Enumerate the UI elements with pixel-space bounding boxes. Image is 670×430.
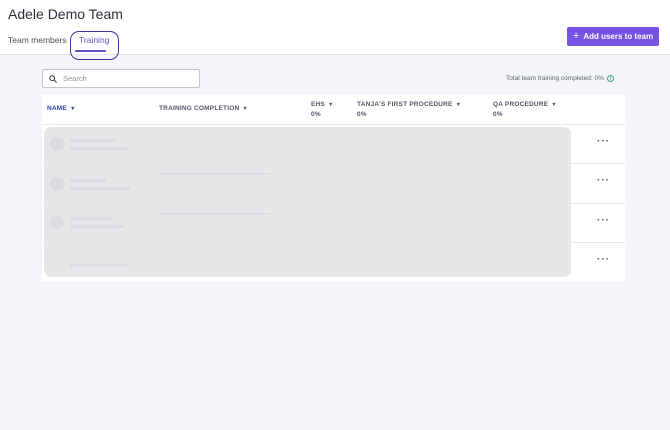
row-more-button[interactable]: ··· bbox=[597, 136, 610, 147]
column-percent: 0% bbox=[357, 111, 367, 118]
column-label: QA PROCEDURE bbox=[493, 101, 549, 108]
add-users-button[interactable]: + Add users to team bbox=[567, 27, 659, 46]
training-table: NAME ▼ TRAINING COMPLETION ▼ EHS ▼ 0% TANJA… bbox=[42, 95, 625, 281]
column-header-training-completion[interactable]: TRAINING COMPLETION ▼ bbox=[159, 105, 248, 112]
placeholder-line bbox=[70, 225, 124, 228]
placeholder-line bbox=[159, 173, 271, 175]
row-more-button[interactable]: ··· bbox=[597, 175, 610, 186]
column-header-tanjas-first-procedure[interactable]: TANJA'S FIRST PROCEDURE ▼ 0% bbox=[357, 101, 461, 118]
plus-icon: + bbox=[572, 30, 580, 42]
caret-down-icon: ▼ bbox=[327, 102, 334, 108]
page-header: Adele Demo Team Team members Training + … bbox=[0, 0, 670, 60]
caret-down-icon: ▼ bbox=[242, 106, 249, 112]
add-users-label: Add users to team bbox=[583, 32, 654, 41]
total-training-label: Total team training completed: 0% bbox=[506, 75, 604, 82]
placeholder-line bbox=[70, 179, 106, 182]
caret-down-icon: ▼ bbox=[455, 102, 462, 108]
avatar bbox=[50, 177, 64, 191]
caret-down-icon: ▼ bbox=[69, 106, 76, 112]
info-icon[interactable]: i bbox=[606, 75, 614, 82]
search-input[interactable] bbox=[63, 74, 193, 83]
total-training-summary: Total team training completed: 0% i bbox=[506, 75, 614, 82]
page-title: Adele Demo Team bbox=[8, 6, 123, 22]
placeholder-line bbox=[70, 264, 128, 267]
avatar bbox=[50, 137, 64, 151]
caret-down-icon: ▼ bbox=[551, 102, 557, 108]
search-icon bbox=[49, 74, 57, 83]
row-more-button[interactable]: ··· bbox=[597, 254, 610, 265]
column-label: EHS bbox=[311, 101, 325, 108]
placeholder-line bbox=[70, 147, 128, 150]
column-percent: 0% bbox=[493, 111, 503, 118]
column-header-qa-procedure[interactable]: QA PROCEDURE ▼ 0% bbox=[493, 101, 557, 118]
search-box[interactable] bbox=[42, 69, 200, 88]
placeholder-line bbox=[70, 217, 112, 220]
column-percent: 0% bbox=[311, 111, 321, 118]
placeholder-line bbox=[70, 139, 116, 142]
column-label: TANJA'S FIRST PROCEDURE bbox=[357, 101, 453, 108]
row-divider bbox=[42, 124, 625, 125]
tab-focus-ring bbox=[70, 31, 119, 60]
column-header-name[interactable]: NAME ▼ bbox=[47, 105, 76, 112]
placeholder-line bbox=[70, 187, 130, 190]
tab-team-members[interactable]: Team members bbox=[8, 35, 67, 45]
blurred-rows-overlay bbox=[44, 127, 571, 277]
column-label: NAME bbox=[47, 105, 67, 112]
column-label: TRAINING COMPLETION bbox=[159, 105, 240, 112]
row-more-button[interactable]: ··· bbox=[597, 215, 610, 226]
avatar bbox=[50, 215, 64, 229]
column-header-ehs[interactable]: EHS ▼ 0% bbox=[311, 101, 334, 118]
placeholder-line bbox=[159, 213, 271, 215]
